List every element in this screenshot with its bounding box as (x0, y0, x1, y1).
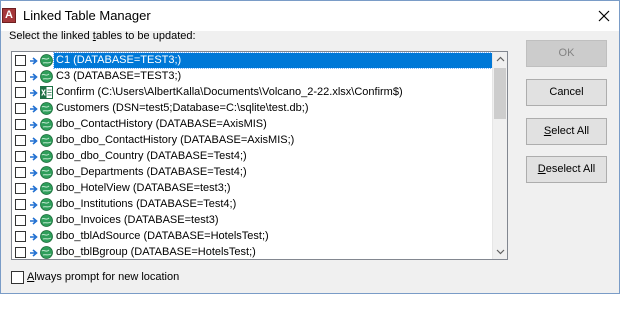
table-checkbox[interactable] (15, 71, 26, 82)
globe-icon (40, 102, 53, 115)
select-all-button[interactable]: Select All (526, 118, 607, 145)
globe-icon (40, 54, 53, 67)
link-arrow-icon (30, 232, 39, 242)
globe-icon (40, 150, 53, 163)
deselect-all-accel: D (537, 163, 546, 175)
deselect-all-button[interactable]: Deselect All (526, 156, 607, 183)
link-arrow-icon (30, 184, 39, 194)
link-arrow-icon (30, 200, 39, 210)
linked-table-row[interactable]: dbo_tblAdSource (DATABASE=HotelsTest;) (12, 229, 492, 245)
globe-icon (40, 246, 53, 259)
instruction-label: Select the linked tables to be updated: (9, 30, 196, 42)
chevron-up-icon (496, 56, 505, 62)
always-prompt-checkbox[interactable] (11, 271, 24, 284)
table-checkbox[interactable] (15, 135, 26, 146)
globe-icon (40, 70, 53, 83)
table-checkbox[interactable] (15, 87, 26, 98)
excel-icon (40, 86, 53, 99)
linked-table-row[interactable]: C3 (DATABASE=TEST3;) (12, 69, 492, 85)
table-checkbox[interactable] (15, 167, 26, 178)
scroll-thumb[interactable] (494, 68, 506, 119)
table-label: dbo_Institutions (DATABASE=Test4;) (56, 198, 237, 210)
ok-button[interactable]: OK (526, 40, 607, 67)
linked-table-row[interactable]: dbo_HotelView (DATABASE=test3;) (12, 181, 492, 197)
close-icon (598, 10, 610, 22)
link-arrow-icon (30, 248, 39, 258)
linked-table-row[interactable]: C1 (DATABASE=TEST3;) (12, 52, 493, 69)
table-label: Confirm (C:\Users\AlbertKalla\Documents\… (56, 86, 403, 98)
globe-icon (40, 182, 53, 195)
table-checkbox[interactable] (15, 215, 26, 226)
scroll-down-button[interactable] (493, 244, 507, 259)
table-checkbox[interactable] (15, 151, 26, 162)
table-checkbox[interactable] (15, 103, 26, 114)
globe-icon (40, 118, 53, 131)
linked-table-manager-dialog: A Linked Table Manager Select the linked… (0, 0, 620, 294)
link-arrow-icon (30, 152, 39, 162)
linked-table-row[interactable]: dbo_tblBgroup (DATABASE=HotelsTest;) (12, 245, 492, 259)
globe-icon (40, 214, 53, 227)
link-arrow-icon (30, 88, 39, 98)
instruction-prefix: Select the linked (9, 30, 93, 42)
deselect-all-label: eselect All (545, 163, 596, 175)
table-label: dbo_tblAdSource (DATABASE=HotelsTest;) (56, 230, 269, 242)
table-label: dbo_ContactHistory (DATABASE=AxisMIS) (56, 118, 267, 130)
close-button[interactable] (591, 5, 617, 27)
table-label: dbo_dbo_ContactHistory (DATABASE=AxisMIS… (56, 134, 295, 146)
title-bar: A Linked Table Manager (1, 1, 619, 31)
select-all-label: elect All (551, 125, 590, 137)
instruction-suffix: ables to be updated: (95, 30, 196, 42)
always-prompt-label[interactable]: Always prompt for new location (27, 270, 179, 285)
table-label: dbo_HotelView (DATABASE=test3;) (56, 182, 231, 194)
link-arrow-icon (30, 136, 39, 146)
always-prompt-text: lways prompt for new location (34, 271, 180, 283)
globe-icon (40, 198, 53, 211)
globe-icon (40, 230, 53, 243)
linked-table-row[interactable]: dbo_Invoices (DATABASE=test3) (12, 213, 492, 229)
table-checkbox[interactable] (15, 183, 26, 194)
linked-table-row[interactable]: dbo_Departments (DATABASE=Test4;) (12, 165, 492, 181)
table-checkbox[interactable] (15, 247, 26, 258)
dialog-title: Linked Table Manager (23, 8, 151, 23)
link-arrow-icon (30, 216, 39, 226)
globe-icon (40, 134, 53, 147)
linked-table-row[interactable]: dbo_dbo_ContactHistory (DATABASE=AxisMIS… (12, 133, 492, 149)
link-arrow-icon (30, 56, 39, 66)
table-checkbox[interactable] (15, 199, 26, 210)
link-arrow-icon (30, 120, 39, 130)
globe-icon (40, 166, 53, 179)
linked-tables-list[interactable]: C1 (DATABASE=TEST3;) C3 (DATABASE=TEST3;)… (11, 51, 508, 260)
table-label: dbo_Invoices (DATABASE=test3) (56, 214, 219, 226)
table-label: dbo_tblBgroup (DATABASE=HotelsTest;) (56, 246, 256, 258)
table-checkbox[interactable] (15, 119, 26, 130)
chevron-down-icon (496, 249, 505, 255)
link-arrow-icon (30, 104, 39, 114)
vertical-scrollbar[interactable] (492, 52, 507, 259)
access-app-icon: A (2, 8, 16, 23)
linked-table-row[interactable]: Confirm (C:\Users\AlbertKalla\Documents\… (12, 85, 492, 101)
table-checkbox[interactable] (15, 55, 26, 66)
table-label: dbo_dbo_Country (DATABASE=Test4;) (56, 150, 247, 162)
table-checkbox[interactable] (15, 231, 26, 242)
cancel-button[interactable]: Cancel (526, 79, 607, 106)
table-label: C3 (DATABASE=TEST3;) (56, 70, 182, 82)
table-label: Customers (DSN=test5;Database=C:\sqlite\… (56, 102, 309, 114)
linked-table-row[interactable]: dbo_ContactHistory (DATABASE=AxisMIS) (12, 117, 492, 133)
linked-table-row[interactable]: dbo_Institutions (DATABASE=Test4;) (12, 197, 492, 213)
link-arrow-icon (30, 72, 39, 82)
table-label: dbo_Departments (DATABASE=Test4;) (56, 166, 247, 178)
table-label: C1 (DATABASE=TEST3;) (53, 52, 493, 69)
scroll-up-button[interactable] (493, 52, 507, 67)
linked-tables-rows: C1 (DATABASE=TEST3;) C3 (DATABASE=TEST3;)… (12, 52, 493, 259)
link-arrow-icon (30, 168, 39, 178)
linked-table-row[interactable]: Customers (DSN=test5;Database=C:\sqlite\… (12, 101, 492, 117)
linked-table-row[interactable]: dbo_dbo_Country (DATABASE=Test4;) (12, 149, 492, 165)
